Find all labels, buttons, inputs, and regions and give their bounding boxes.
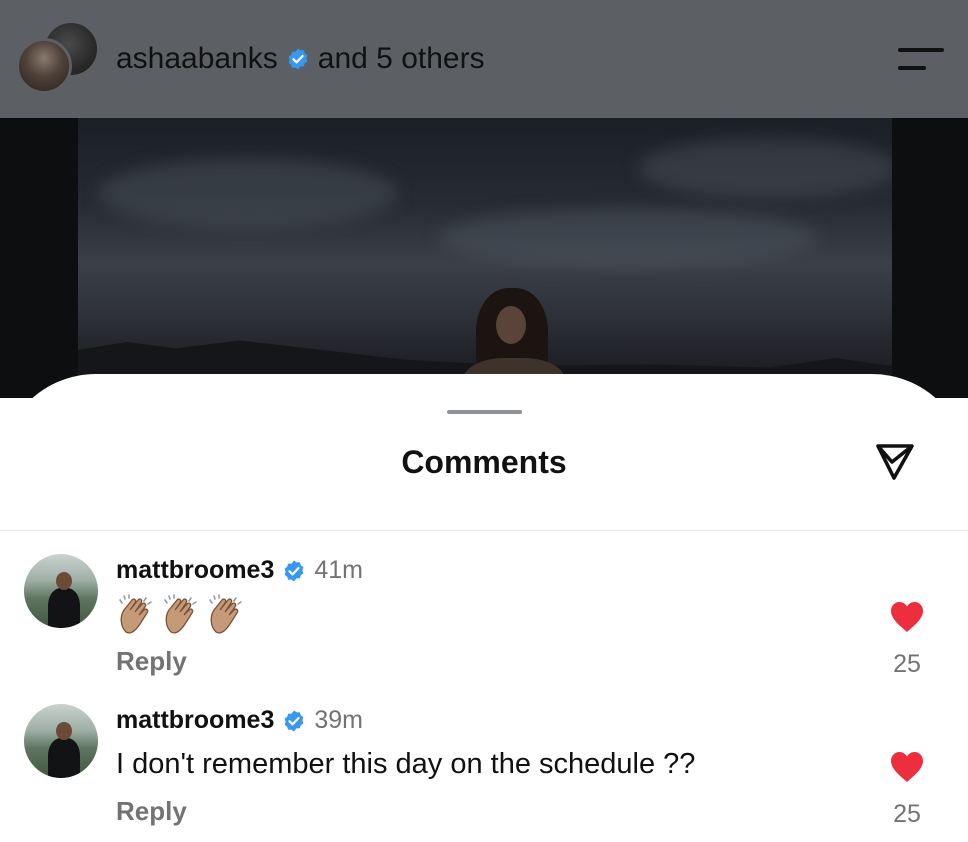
verified-badge-icon — [282, 709, 306, 733]
heart-icon[interactable] — [889, 750, 925, 784]
clap-emoji-icon — [116, 594, 156, 636]
comment-item: mattbroome3 41m 👏🏽👏🏽👏🏽 Reply 25 — [0, 554, 968, 694]
collab-avatars[interactable] — [16, 20, 100, 96]
commenter-avatar[interactable] — [24, 704, 98, 778]
comment-text: 👏🏽👏🏽👏🏽 — [116, 594, 251, 644]
menu-icon[interactable] — [898, 44, 944, 74]
commenter-avatar[interactable] — [24, 554, 98, 628]
like-count: 25 — [893, 650, 921, 678]
clap-emoji-icon — [206, 594, 246, 636]
like-count: 25 — [893, 800, 921, 828]
comment-header: mattbroome3 39m — [116, 706, 363, 735]
clap-emoji-icon — [161, 594, 201, 636]
sheet-title: Comments — [401, 444, 567, 480]
sheet-grabber[interactable] — [447, 410, 522, 414]
heart-icon[interactable] — [889, 600, 925, 634]
collaborators-count[interactable]: and 5 others — [318, 42, 485, 76]
comment-timestamp: 39m — [314, 706, 364, 734]
commenter-username[interactable]: mattbroome3 — [116, 706, 274, 735]
avatar — [16, 38, 72, 94]
commenter-username[interactable]: mattbroome3 — [116, 556, 274, 585]
post-header: ashaabanks and 5 others — [0, 0, 968, 118]
author-username[interactable]: ashaabanks — [116, 42, 278, 76]
post-media[interactable] — [0, 118, 968, 398]
comment-text: I don't remember this day on the schedul… — [116, 748, 696, 780]
comment-item: mattbroome3 39m I don't remember this da… — [0, 704, 968, 842]
share-icon[interactable] — [870, 438, 918, 486]
post-photo — [78, 118, 892, 398]
post-authors[interactable]: ashaabanks and 5 others — [116, 42, 485, 76]
reply-button[interactable]: Reply — [116, 796, 187, 827]
verified-badge-icon — [282, 559, 306, 583]
verified-badge-icon — [286, 47, 310, 71]
comments-sheet: Comments mattbroome3 41m 👏🏽👏🏽👏🏽 — [0, 374, 968, 842]
divider — [0, 530, 968, 531]
reply-button[interactable]: Reply — [116, 646, 187, 677]
comment-header: mattbroome3 41m — [116, 556, 363, 585]
comment-timestamp: 41m — [314, 556, 364, 584]
